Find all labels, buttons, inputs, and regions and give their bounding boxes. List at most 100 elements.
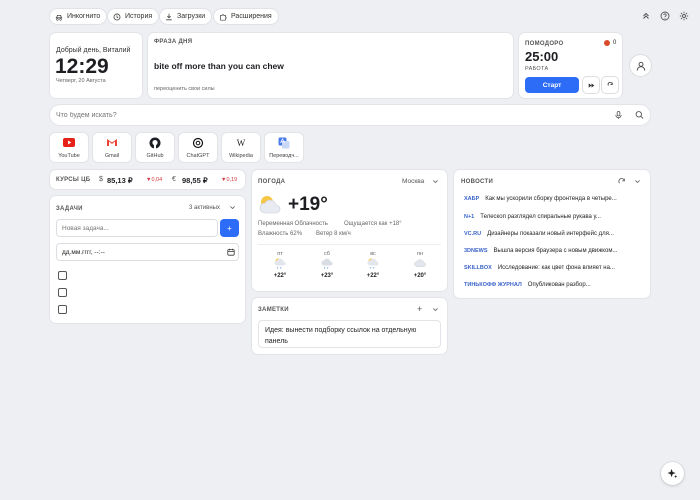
notes-label: ЗАМЕТКИ	[258, 307, 289, 313]
weather-label: ПОГОДА	[258, 179, 286, 185]
shortcut-youtube[interactable]: YouTube	[50, 133, 88, 162]
pomodoro-card: ПОМОДОРО 0 25:00 РАБОТА Старт	[519, 33, 622, 98]
greeting-card: Добрый день, Виталий 12:29 Четверг, 20 А…	[50, 33, 142, 98]
news-item[interactable]: 3DNEWS Вышла версия браузера с новым движ…	[464, 248, 617, 254]
news-source: ХАБР	[464, 196, 480, 202]
shortcut-label: GitHub	[146, 152, 164, 159]
youtube-icon	[63, 137, 75, 149]
add-note-button[interactable]: +	[417, 304, 422, 314]
news-source: VC.RU	[464, 231, 482, 237]
greeting-text: Добрый день, Виталий	[56, 47, 131, 54]
forecast-day: вс +22°	[358, 251, 388, 279]
pomodoro-count: 0	[613, 40, 617, 46]
shortcut-label: Gmail	[104, 152, 120, 159]
assistant-button[interactable]	[661, 462, 684, 485]
search-bar	[50, 105, 650, 125]
weather-city: Москва	[402, 178, 425, 185]
cloud-icon	[414, 259, 426, 267]
news-item[interactable]: N+1 Телескоп разглядел спиральные рукава …	[464, 214, 601, 220]
news-item[interactable]: ТИНЬКОФФ ЖУРНАЛ Опубликован разбор...	[464, 282, 591, 288]
task-checkbox[interactable]	[58, 271, 67, 280]
puzzle-icon	[220, 13, 227, 21]
news-source: SKILLBOX	[464, 265, 492, 271]
phrase-label: ФРАЗА ДНЯ	[154, 39, 193, 45]
forecast-temp: +22°	[366, 273, 380, 279]
forecast-temp: +20°	[413, 273, 427, 279]
forecast-day: сб +23°	[312, 251, 342, 279]
downloads-label: Загрузки	[177, 13, 206, 20]
shortcut-label: Wikipedia	[229, 152, 253, 159]
pomodoro-start-button[interactable]: Старт	[525, 77, 579, 93]
news-item[interactable]: ХАБР Как мы ускорили сборку фронтенда в ч…	[464, 196, 617, 202]
shortcut-wikipedia[interactable]: W Wikipedia	[222, 133, 260, 162]
microphone-icon[interactable]	[614, 110, 623, 120]
pomodoro-label: ПОМОДОРО	[525, 41, 564, 47]
history-icon	[113, 13, 121, 20]
usd-change: ▼0,04	[146, 177, 163, 183]
user-icon	[636, 61, 645, 71]
download-icon	[166, 13, 172, 20]
task-date-input[interactable]: дд.мм.гггг, --:--	[56, 243, 239, 261]
news-source: N+1	[464, 214, 475, 220]
forecast-temp: +22°	[273, 273, 287, 279]
news-title: Вышла версия браузера с новым движком...	[493, 248, 618, 254]
news-title: Как мы ускорили сборку фронтенда в четыр…	[485, 196, 617, 202]
history-button[interactable]: История	[108, 9, 159, 24]
chevron-down-icon[interactable]	[634, 178, 641, 185]
calendar-icon[interactable]	[227, 248, 235, 256]
shortcut-translate[interactable]: Переводч...	[265, 133, 303, 162]
shortcut-label: Переводч...	[269, 152, 299, 159]
weather-condition: Переменная Облачность	[258, 221, 328, 227]
github-icon	[149, 137, 161, 149]
reset-button[interactable]	[602, 77, 618, 93]
avatar[interactable]	[630, 55, 651, 76]
add-task-button[interactable]: +	[220, 219, 239, 237]
skip-icon	[588, 82, 594, 88]
news-source: ТИНЬКОФФ ЖУРНАЛ	[464, 282, 522, 288]
extensions-label: Расширения	[231, 13, 272, 20]
shortcut-github[interactable]: GitHub	[136, 133, 174, 162]
history-label: История	[125, 13, 153, 20]
extensions-button[interactable]: Расширения	[214, 9, 278, 24]
forecast-temp: +23°	[320, 273, 334, 279]
gmail-icon	[106, 137, 118, 149]
rain-icon	[274, 258, 286, 269]
rates-card: КУРСЫ ЦБ $ 85,13 ₽ ▼0,04 € 98,55 ₽ ▼0,19	[50, 170, 245, 189]
incognito-label: Инкогнито	[67, 13, 101, 20]
collapse-up-icon[interactable]	[641, 11, 651, 21]
shortcut-gmail[interactable]: Gmail	[93, 133, 131, 162]
news-label: НОВОСТИ	[461, 179, 494, 185]
date-text: Четверг, 20 Августа	[56, 78, 106, 84]
gear-icon[interactable]	[679, 11, 689, 21]
rates-label: КУРСЫ ЦБ	[56, 177, 91, 183]
translate-icon	[278, 137, 290, 149]
new-task-input[interactable]	[56, 219, 218, 237]
wikipedia-icon: W	[236, 137, 246, 148]
sparkle-icon	[667, 468, 678, 479]
weather-feels: Ощущается как +18°	[344, 221, 402, 227]
search-input[interactable]	[56, 108, 596, 122]
rain-icon	[367, 258, 379, 269]
incognito-button[interactable]: Инкогнито	[50, 9, 107, 24]
note-item[interactable]: Идея: вынести подборку ссылок на отдельн…	[258, 320, 441, 348]
downloads-button[interactable]: Загрузки	[160, 9, 212, 24]
incognito-icon	[55, 14, 63, 21]
task-checkbox[interactable]	[58, 288, 67, 297]
news-item[interactable]: VC.RU Дизайнеры показали новый интерфейс …	[464, 231, 614, 237]
weather-wind: Ветер 8 км/ч	[316, 231, 351, 237]
pomodoro-time: 25:00	[525, 49, 559, 64]
chevron-down-icon[interactable]	[432, 178, 439, 185]
phrase-text: bite off more than you can chew	[154, 61, 284, 71]
usd-rate: 85,13 ₽	[107, 176, 133, 185]
chevron-down-icon[interactable]	[432, 306, 439, 313]
news-item[interactable]: SKILLBOX Исследование: как цвет фона влия…	[464, 265, 615, 271]
chevron-down-icon[interactable]	[229, 204, 236, 211]
search-icon[interactable]	[635, 110, 644, 120]
weather-humidity: Влажность 62%	[258, 231, 303, 237]
help-icon[interactable]	[660, 11, 670, 21]
refresh-icon[interactable]	[618, 178, 626, 186]
news-title: Опубликован разбор...	[527, 282, 591, 288]
task-checkbox[interactable]	[58, 305, 67, 314]
skip-button[interactable]	[583, 77, 599, 93]
shortcut-chatgpt[interactable]: ChatGPT	[179, 133, 217, 162]
